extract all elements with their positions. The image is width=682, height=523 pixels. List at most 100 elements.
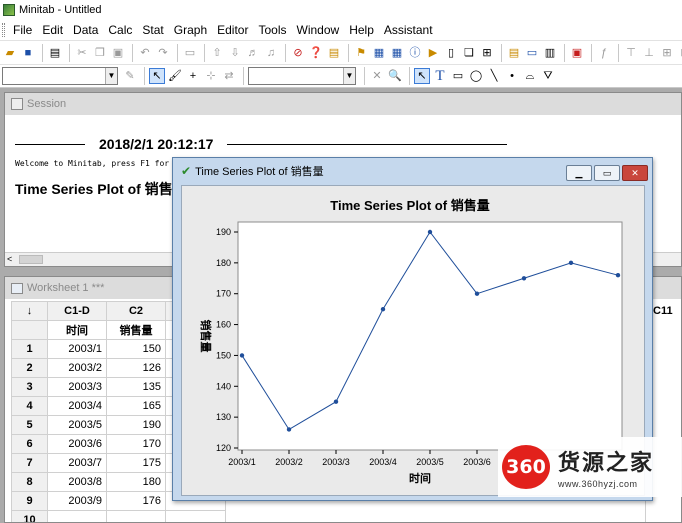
cell-sales[interactable]: [106, 510, 166, 522]
report-pad-icon[interactable]: ⊞: [479, 45, 495, 61]
line-tool-icon[interactable]: ╲: [486, 68, 502, 84]
save-icon[interactable]: ■: [20, 45, 36, 61]
minimize-button[interactable]: ▁: [566, 165, 592, 181]
cell-time[interactable]: 2003/1: [47, 339, 107, 359]
text-tool-icon[interactable]: T: [432, 68, 448, 84]
cell-sales[interactable]: 176: [106, 491, 166, 511]
delete-cells-icon[interactable]: ⊟: [677, 45, 682, 61]
scroll-thumb[interactable]: [19, 255, 43, 264]
menu-help[interactable]: Help: [345, 23, 380, 37]
cell-time[interactable]: 2003/4: [47, 396, 107, 416]
print-icon[interactable]: ▤: [47, 45, 63, 61]
insert-cells-icon[interactable]: ⊞: [659, 45, 675, 61]
cut-icon[interactable]: ✂: [74, 45, 90, 61]
menu-file[interactable]: File: [9, 23, 38, 37]
cell-sales[interactable]: 135: [106, 377, 166, 397]
menu-tools[interactable]: Tools: [254, 23, 292, 37]
cell-sales[interactable]: 150: [106, 339, 166, 359]
paste-icon[interactable]: ▣: [110, 45, 126, 61]
design-icon[interactable]: ▭: [524, 45, 540, 61]
cell-time[interactable]: 2003/3: [47, 377, 107, 397]
column-id-c1[interactable]: C1-D: [47, 301, 107, 321]
menu-edit[interactable]: Edit: [38, 23, 69, 37]
cell-time[interactable]: 2003/5: [47, 415, 107, 435]
close-all-graphs-icon[interactable]: ▣: [569, 45, 585, 61]
tile-icon[interactable]: ▥: [542, 45, 558, 61]
name-row-header[interactable]: [11, 320, 48, 340]
related-docs-icon[interactable]: ▤: [506, 45, 522, 61]
row-header[interactable]: 10: [11, 510, 48, 522]
column-id-c2[interactable]: C2: [106, 301, 166, 321]
cell-sales[interactable]: 126: [106, 358, 166, 378]
corner-cell[interactable]: ↓: [11, 301, 48, 321]
cell-sales[interactable]: 175: [106, 453, 166, 473]
row-header[interactable]: 2: [11, 358, 48, 378]
menu-graph[interactable]: Graph: [170, 23, 213, 37]
row-header[interactable]: 7: [11, 453, 48, 473]
cell-time[interactable]: 2003/6: [47, 434, 107, 454]
cell-time[interactable]: [47, 510, 107, 522]
move-up-icon[interactable]: ⇧: [209, 45, 225, 61]
menu-editor[interactable]: Editor: [213, 23, 254, 37]
edit-last-dialog-icon[interactable]: ▭: [182, 45, 198, 61]
maximize-button[interactable]: ▭: [594, 165, 620, 181]
row-header[interactable]: 1: [11, 339, 48, 359]
move-down-icon[interactable]: ⇩: [227, 45, 243, 61]
cell-sales[interactable]: 165: [106, 396, 166, 416]
show-worksheets-icon[interactable]: ▦: [389, 45, 405, 61]
id-variables-selector[interactable]: ▼: [248, 67, 356, 85]
help-icon[interactable]: ❓: [308, 45, 324, 61]
cell-empty[interactable]: [165, 510, 226, 522]
row-header[interactable]: 8: [11, 472, 48, 492]
project-manager-icon[interactable]: ▦: [371, 45, 387, 61]
polygon-tool-icon[interactable]: ⛛: [540, 68, 556, 84]
session-title-bar[interactable]: Session: [5, 93, 681, 115]
graph-item-selector[interactable]: ▼: [2, 67, 118, 85]
edit-item-icon[interactable]: ✎: [122, 68, 138, 84]
graph-folder-icon[interactable]: ▯: [443, 45, 459, 61]
row-header[interactable]: 3: [11, 377, 48, 397]
scroll-left-icon[interactable]: <: [7, 253, 12, 266]
info-icon[interactable]: ⓘ: [407, 45, 423, 61]
pan-icon[interactable]: ⇄: [221, 68, 237, 84]
redo-icon[interactable]: ↷: [155, 45, 171, 61]
insert-rows-icon[interactable]: ⊤: [623, 45, 639, 61]
find-icon[interactable]: ♬: [245, 45, 261, 61]
replace-icon[interactable]: ♫: [263, 45, 279, 61]
column-name-c2[interactable]: 销售量: [106, 320, 166, 340]
row-header[interactable]: 4: [11, 396, 48, 416]
rectangle-tool-icon[interactable]: ▭: [450, 68, 466, 84]
cell-time[interactable]: 2003/8: [47, 472, 107, 492]
column-name-c1[interactable]: 时间: [47, 320, 107, 340]
history-icon[interactable]: ▶: [425, 45, 441, 61]
chevron-down-icon[interactable]: ▼: [105, 68, 117, 84]
crosshair-icon[interactable]: +: [185, 68, 201, 84]
new-graph-icon[interactable]: ❏: [461, 45, 477, 61]
marker-tool-icon[interactable]: •: [504, 68, 520, 84]
cell-sales[interactable]: 190: [106, 415, 166, 435]
delete-icon[interactable]: ✕: [369, 68, 385, 84]
formula-icon[interactable]: ƒ: [596, 45, 612, 61]
cell-sales[interactable]: 170: [106, 434, 166, 454]
column-id-c11[interactable]: C11: [653, 305, 673, 317]
menu-data[interactable]: Data: [69, 23, 104, 37]
menu-stat[interactable]: Stat: [138, 23, 169, 37]
menu-assistant[interactable]: Assistant: [380, 23, 439, 37]
row-header[interactable]: 9: [11, 491, 48, 511]
cell-sales[interactable]: 180: [106, 472, 166, 492]
cell-time[interactable]: 2003/7: [47, 453, 107, 473]
polyline-tool-icon[interactable]: ⌓: [522, 68, 538, 84]
cancel-command-icon[interactable]: ⊘: [290, 45, 306, 61]
stat-guide-icon[interactable]: ▤: [326, 45, 342, 61]
row-header[interactable]: 5: [11, 415, 48, 435]
copy-icon[interactable]: ❐: [92, 45, 108, 61]
search-icon[interactable]: 🔍: [387, 68, 403, 84]
cell-time[interactable]: 2003/9: [47, 491, 107, 511]
session-window-icon[interactable]: ⚑: [353, 45, 369, 61]
chevron-down-icon[interactable]: ▼: [343, 68, 355, 84]
insert-cols-icon[interactable]: ⊥: [641, 45, 657, 61]
menu-calc[interactable]: Calc: [104, 23, 138, 37]
cell-time[interactable]: 2003/2: [47, 358, 107, 378]
undo-icon[interactable]: ↶: [137, 45, 153, 61]
select-pointer-icon[interactable]: ↖: [149, 68, 165, 84]
